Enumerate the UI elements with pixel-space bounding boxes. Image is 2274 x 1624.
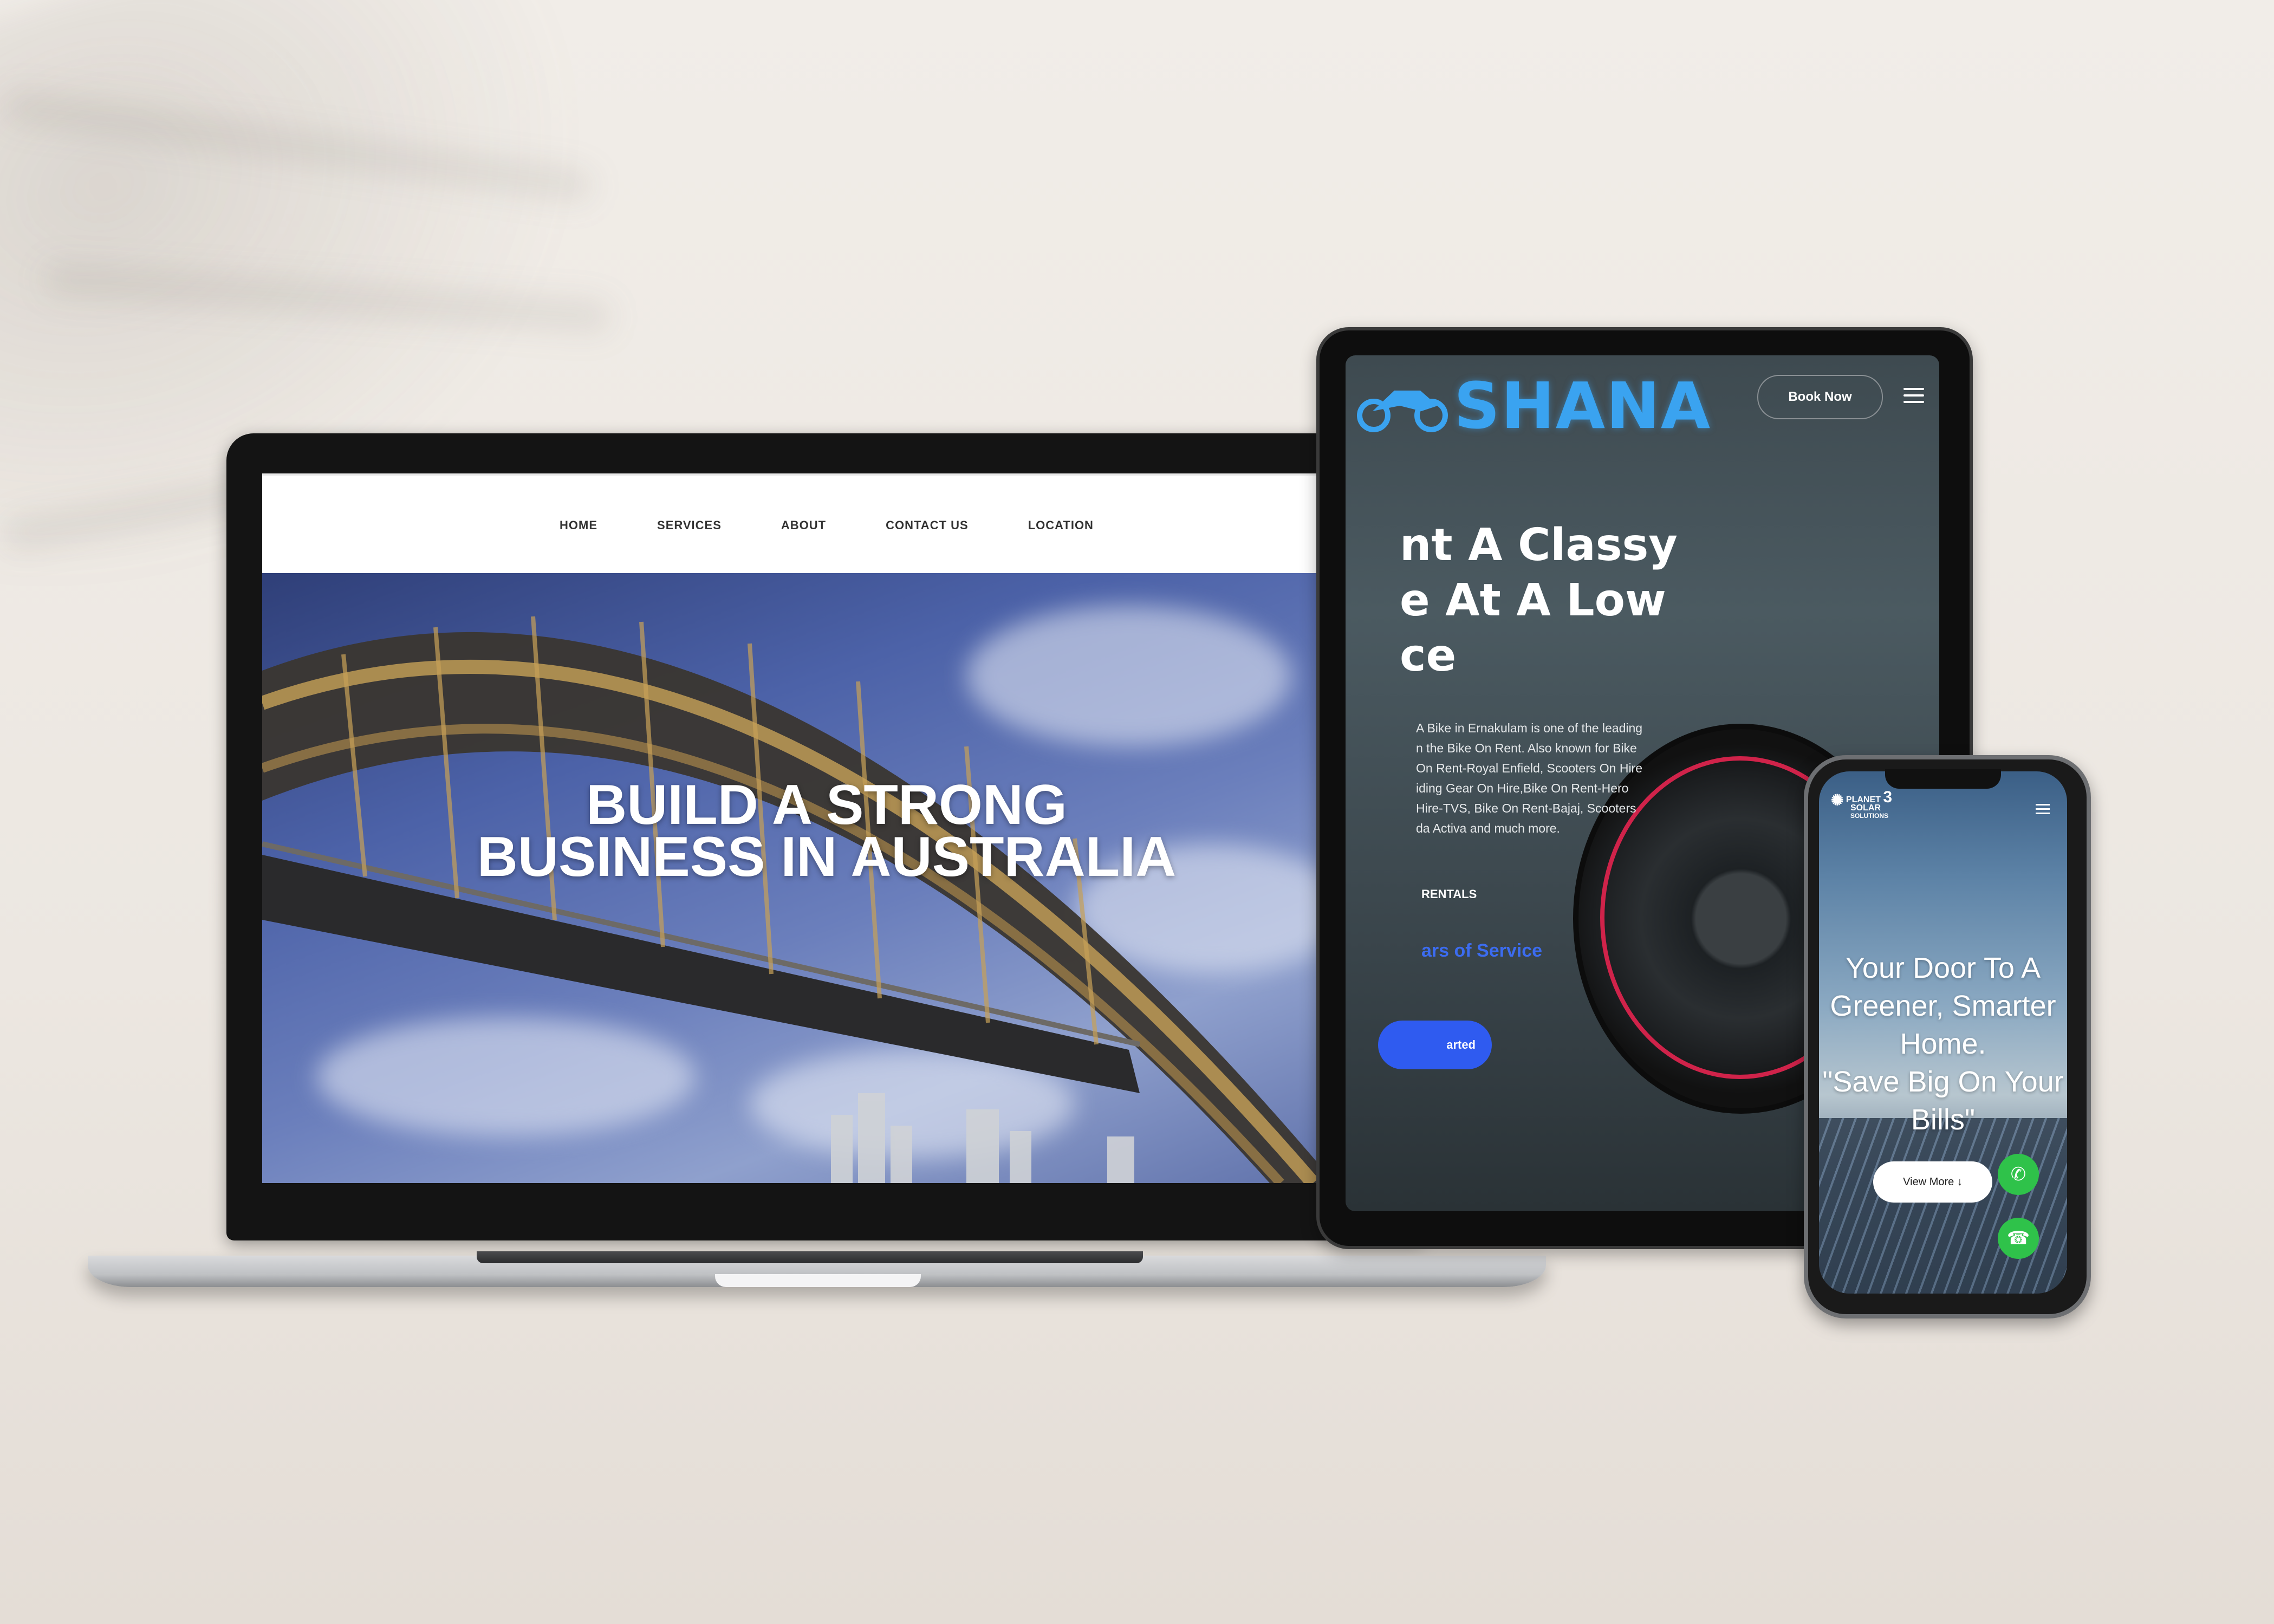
tablet-headline: nt A Classy e At A Low ce bbox=[1400, 518, 1678, 684]
logo-number: 3 bbox=[1883, 788, 1893, 806]
phone-screen: ✺ PLANET 3 SOLAR SOLUTIONS Your Door To … bbox=[1819, 771, 2067, 1294]
headline-line: Greener, Smarter bbox=[1830, 990, 2056, 1022]
headline-line: ce bbox=[1400, 630, 1457, 681]
logo-planet: PLANET bbox=[1846, 795, 1881, 804]
shana-logo[interactable]: SHANA bbox=[1356, 368, 1711, 443]
logo-text: SHANA bbox=[1454, 368, 1712, 443]
paragraph-line: iding Gear On Hire,Bike On Rent-Hero bbox=[1416, 781, 1629, 795]
rentals-label: RENTALS bbox=[1421, 887, 1477, 901]
hero-title-line-2: BUSINESS IN AUSTRALIA bbox=[477, 826, 1177, 888]
tablet-paragraph: A Bike in Ernakulam is one of the leadin… bbox=[1416, 718, 1687, 839]
solar-panels-image bbox=[1819, 1118, 2067, 1294]
phone-call-icon[interactable]: ☎ bbox=[1998, 1218, 2039, 1259]
planet-solar-logo[interactable]: ✺ PLANET 3 SOLAR SOLUTIONS bbox=[1831, 789, 1892, 820]
hero-title-line-1: BUILD A STRONG bbox=[586, 774, 1067, 836]
laptop-hinge bbox=[477, 1251, 1143, 1263]
paragraph-line: Hire-TVS, Bike On Rent-Bajaj, Scooters bbox=[1416, 801, 1636, 815]
hero-title: BUILD A STRONG BUSINESS IN AUSTRALIA bbox=[262, 774, 1391, 888]
view-more-button[interactable]: View More ↓ bbox=[1873, 1161, 1992, 1203]
nav-about[interactable]: ABOUT bbox=[781, 518, 826, 532]
paragraph-line: A Bike in Ernakulam is one of the leadin… bbox=[1416, 721, 1643, 735]
paragraph-line: da Activa and much more. bbox=[1416, 821, 1560, 835]
headline-line: e At A Low bbox=[1400, 575, 1666, 626]
paragraph-line: On Rent-Royal Enfield, Scooters On Hire bbox=[1416, 761, 1643, 775]
nav-contact-us[interactable]: CONTACT US bbox=[886, 518, 969, 532]
paragraph-line: n the Bike On Rent. Also known for Bike bbox=[1416, 741, 1637, 755]
phone-headline: Your Door To A Greener, Smarter Home. "S… bbox=[1819, 949, 2067, 1139]
headline-line: Home. bbox=[1900, 1028, 1986, 1060]
sun-logo-icon: ✺ bbox=[1831, 791, 1844, 809]
nav-services[interactable]: SERVICES bbox=[657, 518, 722, 532]
nav-home[interactable]: HOME bbox=[560, 518, 597, 532]
headline-line: nt A Classy bbox=[1400, 519, 1678, 571]
nav-location[interactable]: LOCATION bbox=[1028, 518, 1094, 532]
laptop-nav: HOME SERVICES ABOUT CONTACT US LOCATION bbox=[262, 473, 1391, 575]
phone-notch bbox=[1885, 769, 2001, 789]
laptop-screen: HOME SERVICES ABOUT CONTACT US LOCATION bbox=[262, 473, 1391, 1183]
years-of-service-text: ars of Service bbox=[1421, 940, 1543, 961]
headline-line: Bills" bbox=[1911, 1103, 1976, 1136]
headline-line: Your Door To A bbox=[1845, 952, 2041, 984]
motorbike-icon bbox=[1357, 391, 1448, 432]
hero-image-bridge: BUILD A STRONG BUSINESS IN AUSTRALIA bbox=[262, 573, 1391, 1183]
headline-line: "Save Big On Your bbox=[1822, 1066, 2064, 1098]
get-started-button[interactable]: arted bbox=[1378, 1021, 1492, 1069]
logo-solutions: SOLUTIONS bbox=[1850, 812, 1889, 820]
laptop-trackpad-notch bbox=[715, 1274, 921, 1287]
book-now-button[interactable]: Book Now bbox=[1757, 375, 1883, 419]
hamburger-menu-icon[interactable] bbox=[1903, 388, 1924, 407]
whatsapp-icon[interactable]: ✆ bbox=[1998, 1154, 2039, 1195]
hamburger-menu-icon[interactable] bbox=[2036, 804, 2050, 817]
